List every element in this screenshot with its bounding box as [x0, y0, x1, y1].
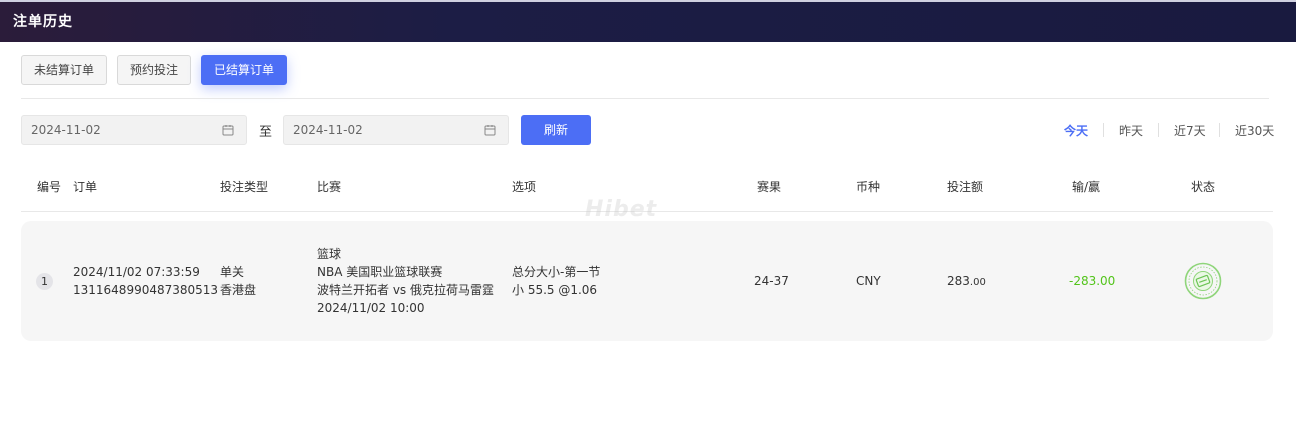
column-header-option: 选项: [512, 180, 537, 194]
column-header-order: 订单: [73, 180, 98, 194]
column-header-match: 比赛: [317, 180, 342, 194]
stake-integer: 283: [947, 274, 970, 288]
range-yesterday[interactable]: 昨天: [1119, 122, 1143, 139]
order-id: 1311648990487380513: [73, 283, 219, 297]
page-title: 注单历史: [13, 14, 73, 30]
currency: CNY: [856, 274, 881, 288]
end-date-picker[interactable]: 2024-11-02: [283, 115, 509, 145]
range-today[interactable]: 今天: [1064, 122, 1088, 139]
match-sport: 篮球: [317, 247, 342, 261]
option-market: 总分大小-第一节: [512, 265, 601, 279]
odds-type: 香港盘: [220, 283, 257, 297]
tab-reserved[interactable]: 预约投注: [117, 55, 192, 85]
start-date-value: 2024-11-02: [31, 123, 101, 137]
option-selection: 小 55.5 @1.06: [512, 283, 598, 297]
range-separator: [1103, 123, 1104, 137]
stake-decimal: .00: [969, 277, 986, 288]
bet-type: 单关: [220, 265, 245, 279]
column-header-status: 状态: [1191, 180, 1216, 194]
date-range-to-label: 至: [259, 125, 273, 140]
row-index-badge: 1: [36, 273, 53, 290]
match-result: 24-37: [754, 274, 789, 288]
column-header-index: 编号: [37, 180, 62, 194]
settled-stamp-icon: [1184, 262, 1222, 300]
order-time: 2024/11/02 07:33:59: [73, 265, 200, 279]
match-teams: 波特兰开拓者 vs 俄克拉荷马雷霆: [317, 283, 494, 297]
calendar-icon: [484, 125, 496, 136]
page-header: 注单历史: [0, 0, 1296, 42]
refresh-button[interactable]: 刷新: [521, 115, 591, 145]
win-loss-amount: -283.00: [1069, 274, 1116, 288]
column-header-win-loss: 输/赢: [1072, 180, 1101, 194]
end-date-value: 2024-11-02: [293, 123, 363, 137]
column-header-bet-type: 投注类型: [220, 180, 269, 194]
match-time: 2024/11/02 10:00: [317, 301, 425, 315]
range-7-days[interactable]: 近7天: [1174, 122, 1206, 139]
range-separator: [1158, 123, 1159, 137]
tab-settled[interactable]: 已结算订单: [201, 55, 288, 85]
column-header-currency: 币种: [856, 180, 881, 194]
column-header-stake: 投注额: [947, 180, 984, 194]
stake-amount: 283.00: [947, 272, 986, 292]
watermark-logo: Hibet: [585, 197, 658, 222]
tab-unsettled[interactable]: 未结算订单: [21, 55, 108, 85]
column-header-result: 赛果: [757, 180, 782, 194]
calendar-icon: [222, 125, 234, 136]
range-30-days[interactable]: 近30天: [1235, 122, 1274, 139]
range-separator: [1219, 123, 1220, 137]
start-date-picker[interactable]: 2024-11-02: [21, 115, 247, 145]
divider: [21, 98, 1269, 99]
match-league: NBA 美国职业篮球联赛: [317, 265, 443, 279]
